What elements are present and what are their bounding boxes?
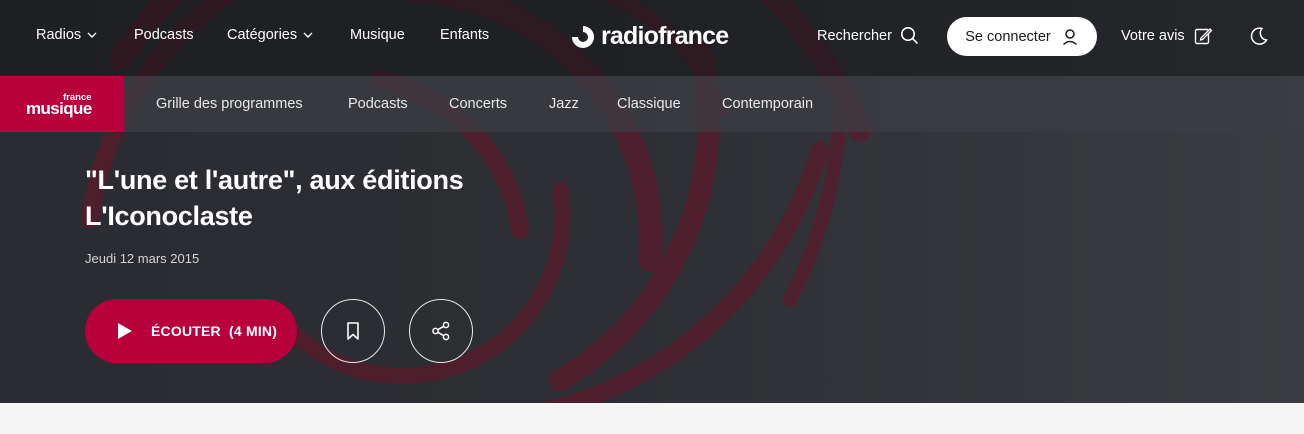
episode-title: "L'une et l'autre", aux éditions L'Icono… (85, 162, 605, 234)
logo-big-text: musique (26, 99, 92, 118)
nav-categories[interactable]: Catégories (227, 27, 313, 43)
play-icon (118, 323, 132, 339)
user-icon (1062, 28, 1077, 45)
listen-text: ÉCOUTER (151, 323, 221, 339)
listen-label: ÉCOUTER (4 MIN) (151, 323, 277, 339)
chevron-down-icon (87, 32, 97, 38)
nav-podcasts[interactable]: Podcasts (134, 27, 194, 43)
nav-radios[interactable]: Radios (36, 27, 97, 43)
edit-icon (1194, 28, 1213, 45)
share-button[interactable] (409, 299, 473, 363)
listen-duration: (4 MIN) (229, 323, 278, 339)
episode-title-line1: "L'une et l'autre", aux éditions (85, 165, 464, 195)
nav-radios-label: Radios (36, 27, 82, 43)
search-icon (900, 27, 919, 45)
episode-date: Jeudi 12 mars 2015 (85, 251, 200, 266)
episode-title-line2: L'Iconoclaste (85, 201, 253, 231)
logo-text: radiofrance (601, 21, 729, 50)
station-menu-concerts[interactable]: Concerts (449, 96, 507, 112)
station-menu-grille[interactable]: Grille des programmes (156, 96, 303, 112)
search-button[interactable]: Rechercher (817, 26, 919, 45)
nav-enfants[interactable]: Enfants (440, 27, 489, 43)
station-menu-contemporain[interactable]: Contemporain (722, 96, 813, 112)
nav-musique-label: Musique (350, 27, 405, 43)
login-button[interactable]: Se connecter (947, 17, 1097, 56)
moon-icon[interactable] (1249, 26, 1269, 46)
station-navbar: france musique Grille des programmes Pod… (0, 76, 1304, 132)
search-label: Rechercher (817, 27, 892, 44)
chevron-down-icon (303, 32, 313, 38)
share-icon (432, 321, 450, 341)
page-content-start (0, 403, 1304, 434)
nav-enfants-label: Enfants (440, 27, 490, 43)
nav-podcasts-label: Podcasts (134, 27, 194, 43)
radiofrance-logo-icon (572, 20, 594, 48)
station-menu-jazz[interactable]: Jazz (549, 96, 579, 112)
france-musique-logo[interactable]: france musique (0, 76, 124, 132)
bookmark-icon (347, 322, 359, 340)
nav-categories-label: Catégories (227, 27, 298, 43)
nav-musique[interactable]: Musique (350, 27, 405, 43)
global-header: Radios Podcasts Catégories Musique Enfan… (0, 0, 1304, 76)
feedback-label: Votre avis (1121, 28, 1185, 44)
bookmark-button[interactable] (321, 299, 385, 363)
station-menu-classique[interactable]: Classique (617, 96, 681, 112)
login-label: Se connecter (965, 28, 1051, 45)
station-menu-podcasts[interactable]: Podcasts (348, 96, 408, 112)
feedback-button[interactable]: Votre avis (1121, 26, 1213, 46)
radiofrance-logo[interactable]: radiofrance (567, 18, 729, 54)
listen-button[interactable]: ÉCOUTER (4 MIN) (85, 299, 297, 363)
